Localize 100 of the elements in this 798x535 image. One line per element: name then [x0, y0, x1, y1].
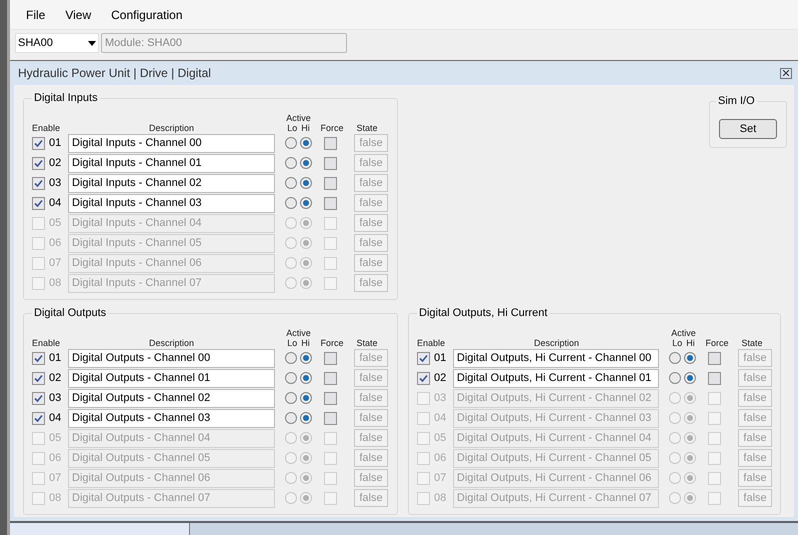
- force-checkbox[interactable]: [324, 256, 337, 270]
- radio-button[interactable]: [684, 472, 696, 484]
- radio-button[interactable]: [300, 237, 312, 249]
- force-checkbox[interactable]: [324, 432, 337, 444]
- radio-button[interactable]: [300, 432, 312, 444]
- radio-button[interactable]: [669, 352, 682, 364]
- enable-checkbox[interactable]: [32, 276, 45, 290]
- radio-button[interactable]: [285, 257, 297, 269]
- description-field[interactable]: Digital Outputs - Channel 03: [68, 408, 275, 428]
- enable-checkbox[interactable]: [417, 432, 430, 444]
- menu-item[interactable]: File: [26, 6, 46, 24]
- radio-button[interactable]: [669, 392, 682, 404]
- radio-button[interactable]: [684, 412, 696, 424]
- radio-button[interactable]: [285, 472, 297, 484]
- radio-button[interactable]: [285, 217, 297, 229]
- enable-checkbox[interactable]: [32, 412, 45, 424]
- radio-button[interactable]: [684, 352, 696, 364]
- radio-button[interactable]: [285, 392, 297, 404]
- enable-checkbox[interactable]: [32, 372, 45, 384]
- description-field[interactable]: Digital Outputs - Channel 00: [68, 348, 275, 368]
- radio-button[interactable]: [285, 432, 297, 444]
- radio-button[interactable]: [300, 177, 312, 189]
- force-checkbox[interactable]: [324, 216, 337, 230]
- menu-item[interactable]: Configuration: [111, 6, 183, 24]
- radio-button[interactable]: [285, 372, 297, 384]
- enable-checkbox[interactable]: [32, 452, 45, 464]
- radio-button[interactable]: [300, 392, 312, 404]
- enable-checkbox[interactable]: [417, 392, 430, 404]
- description-field[interactable]: Digital Inputs - Channel 02: [68, 174, 275, 192]
- description-field[interactable]: Digital Outputs, Hi Current - Channel 01: [452, 368, 660, 388]
- enable-checkbox[interactable]: [32, 392, 45, 404]
- enable-checkbox[interactable]: [32, 492, 45, 504]
- enable-checkbox[interactable]: [32, 236, 45, 250]
- force-checkbox[interactable]: [324, 136, 337, 150]
- force-checkbox[interactable]: [324, 372, 337, 384]
- force-checkbox[interactable]: [324, 352, 337, 364]
- radio-button[interactable]: [684, 392, 696, 404]
- radio-button[interactable]: [300, 277, 312, 289]
- description-field[interactable]: Digital Outputs - Channel 01: [68, 368, 275, 388]
- radio-button[interactable]: [300, 352, 312, 364]
- enable-checkbox[interactable]: [417, 352, 430, 364]
- force-checkbox[interactable]: [324, 392, 337, 404]
- radio-button[interactable]: [300, 412, 312, 424]
- force-checkbox[interactable]: [324, 276, 337, 290]
- radio-button[interactable]: [300, 492, 312, 504]
- close-icon[interactable]: [780, 68, 792, 78]
- enable-checkbox[interactable]: [417, 452, 430, 464]
- radio-button[interactable]: [285, 137, 297, 149]
- enable-checkbox[interactable]: [32, 196, 45, 210]
- radio-button[interactable]: [285, 412, 297, 424]
- enable-checkbox[interactable]: [417, 492, 430, 504]
- force-checkbox[interactable]: [324, 492, 337, 504]
- enable-checkbox[interactable]: [32, 256, 45, 270]
- force-checkbox[interactable]: [324, 236, 337, 250]
- set-button[interactable]: Set: [719, 119, 777, 139]
- radio-button[interactable]: [300, 452, 312, 464]
- enable-checkbox[interactable]: [32, 216, 45, 230]
- radio-button[interactable]: [285, 157, 297, 169]
- radio-button[interactable]: [285, 177, 297, 189]
- module-dropdown[interactable]: SHA00: [15, 33, 99, 53]
- radio-button[interactable]: [300, 372, 312, 384]
- radio-button[interactable]: [669, 432, 682, 444]
- radio-button[interactable]: [285, 452, 297, 464]
- radio-button[interactable]: [300, 137, 312, 149]
- description-field[interactable]: Digital Outputs - Channel 02: [68, 388, 275, 408]
- description-field[interactable]: Digital Inputs - Channel 01: [68, 154, 275, 172]
- enable-checkbox[interactable]: [417, 372, 430, 384]
- radio-button[interactable]: [684, 372, 696, 384]
- radio-button[interactable]: [300, 472, 312, 484]
- description-field[interactable]: Digital Inputs - Channel 00: [68, 134, 275, 152]
- radio-button[interactable]: [285, 492, 297, 504]
- radio-button[interactable]: [684, 432, 696, 444]
- enable-checkbox[interactable]: [417, 412, 430, 424]
- radio-button[interactable]: [285, 237, 297, 249]
- radio-button[interactable]: [669, 412, 682, 424]
- radio-button[interactable]: [285, 352, 297, 364]
- radio-button[interactable]: [285, 277, 297, 289]
- force-checkbox[interactable]: [708, 352, 722, 364]
- force-checkbox[interactable]: [324, 412, 337, 424]
- radio-button[interactable]: [300, 157, 312, 169]
- enable-checkbox[interactable]: [32, 472, 45, 484]
- radio-button[interactable]: [300, 257, 312, 269]
- force-checkbox[interactable]: [708, 372, 722, 384]
- force-checkbox[interactable]: [708, 432, 722, 444]
- force-checkbox[interactable]: [324, 156, 337, 170]
- force-checkbox[interactable]: [708, 472, 722, 484]
- force-checkbox[interactable]: [324, 452, 337, 464]
- force-checkbox[interactable]: [324, 176, 337, 190]
- enable-checkbox[interactable]: [32, 352, 45, 364]
- force-checkbox[interactable]: [708, 412, 722, 424]
- radio-button[interactable]: [300, 197, 312, 209]
- enable-checkbox[interactable]: [32, 136, 45, 150]
- radio-button[interactable]: [669, 372, 682, 384]
- description-field[interactable]: Digital Outputs, Hi Current - Channel 00: [452, 348, 660, 368]
- radio-button[interactable]: [684, 452, 696, 464]
- force-checkbox[interactable]: [324, 196, 337, 210]
- radio-button[interactable]: [669, 472, 682, 484]
- radio-button[interactable]: [684, 492, 696, 504]
- menu-item[interactable]: View: [65, 6, 92, 24]
- enable-checkbox[interactable]: [32, 176, 45, 190]
